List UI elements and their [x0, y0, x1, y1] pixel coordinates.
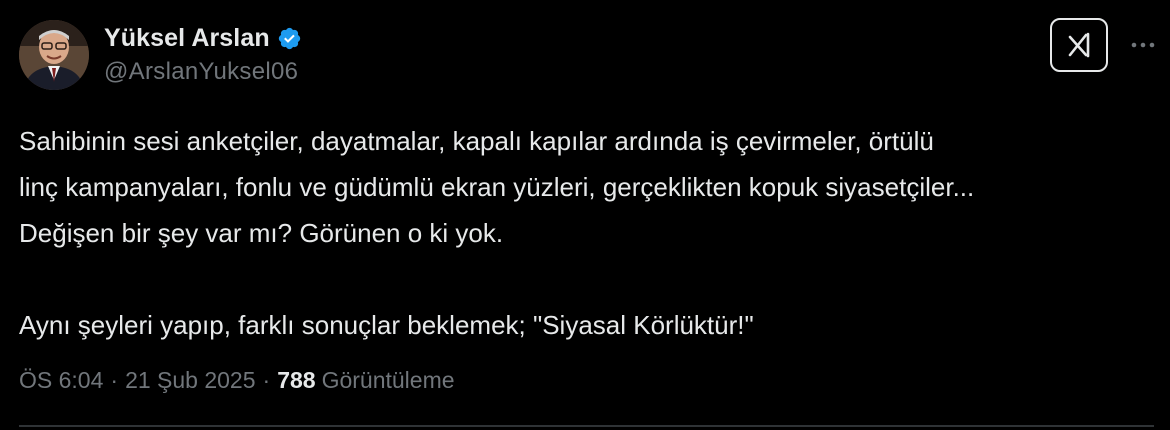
verified-badge-icon[interactable] [277, 26, 302, 51]
tweet-text: Sahibinin sesi anketçiler, dayatmalar, k… [19, 118, 1154, 348]
author-display-name[interactable]: Yüksel Arslan [104, 24, 270, 53]
author-handle[interactable]: @ArslanYuksel06 [104, 58, 298, 86]
grok-icon [1068, 32, 1090, 58]
grok-button[interactable] [1050, 18, 1108, 72]
meta-separator: · [110, 367, 119, 393]
tweet-line: Değişen bir şey var mı? Görünen o ki yok… [19, 218, 504, 248]
more-icon [1131, 42, 1155, 48]
tweet-time[interactable]: ÖS 6:04 [19, 367, 103, 394]
meta-separator: · [262, 367, 271, 393]
views-label[interactable]: Görüntüleme [322, 367, 455, 394]
tweet-line-blank [19, 256, 1154, 302]
tweet-meta: ÖS 6:04 · 21 Şub 2025 · 788 Görüntüleme [19, 367, 455, 394]
author-name-row: Yüksel Arslan [104, 23, 302, 53]
avatar[interactable] [19, 20, 89, 90]
tweet-line: Sahibinin sesi anketçiler, dayatmalar, k… [19, 126, 934, 156]
tweet-line: Aynı şeyleri yapıp, farklı sonuçlar bekl… [19, 310, 754, 340]
tweet-line: linç kampanyaları, fonlu ve güdümlü ekra… [19, 172, 975, 202]
tweet-card: Yüksel Arslan @ArslanYuksel06 Sahibinin … [0, 0, 1170, 430]
views-count[interactable]: 788 [277, 367, 315, 394]
avatar-photo-icon [19, 20, 89, 90]
more-options-button[interactable] [1128, 33, 1158, 57]
divider [19, 425, 1154, 427]
tweet-date[interactable]: 21 Şub 2025 [125, 367, 255, 394]
